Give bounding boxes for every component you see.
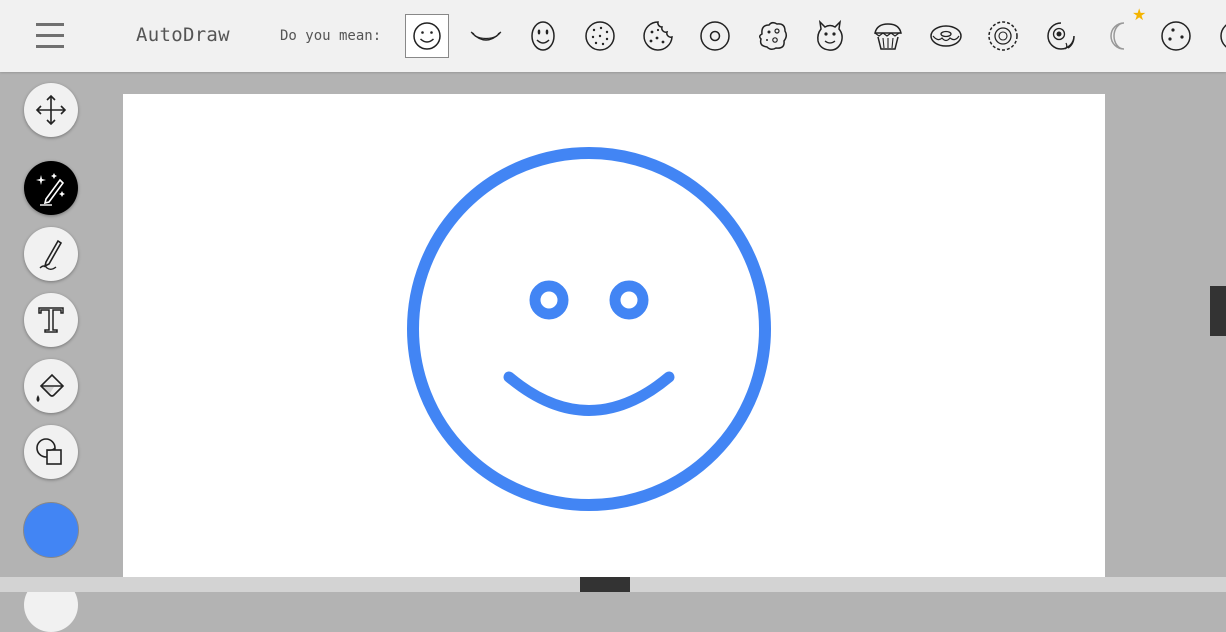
suggestion-eye-face[interactable] (1039, 14, 1083, 58)
suggestions-label: Do you mean: (280, 28, 382, 44)
suggestion-sunflower[interactable] (981, 14, 1025, 58)
suggestion-blob-creature[interactable] (751, 14, 795, 58)
suggestion-partial[interactable] (1210, 14, 1226, 58)
star-icon: ★ (1132, 5, 1147, 24)
menu-button[interactable] (24, 18, 76, 54)
happy-oval-face-icon (531, 21, 555, 51)
cupcake-icon (874, 23, 902, 50)
hamburger-menu-bar (36, 45, 64, 48)
suggestion-happy-oval-face[interactable] (521, 14, 565, 58)
autodraw-tool-button[interactable] (24, 161, 78, 215)
hamburger-menu-icon (36, 23, 64, 26)
left-eye (529, 280, 569, 320)
text-t-icon (38, 307, 64, 333)
suggestion-ring[interactable] (693, 14, 737, 58)
color-picker-button[interactable] (24, 503, 78, 557)
eye-face-icon (1047, 22, 1075, 50)
suggestion-creature-face[interactable] (808, 14, 852, 58)
suggestion-face-dots[interactable] (1154, 14, 1198, 58)
move-arrows-icon (35, 94, 67, 126)
face-dots-icon (1161, 21, 1191, 51)
top-toolbar: AutoDraw Do you mean: ★ (0, 0, 1226, 72)
magic-pencil-icon (36, 173, 65, 206)
partial-suggestion-icon (1220, 24, 1226, 48)
suggestion-cupcake[interactable] (866, 14, 910, 58)
type-tool-button[interactable] (24, 293, 78, 347)
suggestion-dotted-circle[interactable] (578, 14, 622, 58)
blob-creature-icon (758, 21, 788, 51)
app-title: AutoDraw (136, 24, 230, 46)
right-eye (609, 280, 649, 320)
donut-icon (930, 25, 962, 47)
vertical-scroll-thumb[interactable] (1210, 286, 1226, 336)
face-outline (407, 147, 771, 511)
dotted-circle-icon (585, 21, 615, 51)
drawing-svg (407, 147, 771, 511)
drawing-canvas[interactable] (123, 94, 1105, 584)
crescent-moon-icon (1110, 22, 1125, 50)
suggestion-cookie[interactable] (636, 14, 680, 58)
smile-mouth-icon (470, 31, 502, 41)
shapes-icon (36, 438, 62, 465)
hamburger-menu-bar (36, 34, 64, 37)
paint-bucket-icon (36, 373, 65, 402)
cookie-icon (643, 21, 673, 51)
sunflower-icon (988, 21, 1018, 51)
fill-tool-button[interactable] (24, 359, 78, 413)
smiley-face-icon (413, 22, 441, 50)
creature-face-icon (817, 19, 843, 51)
ring-icon (700, 21, 730, 51)
horizontal-scroll-thumb[interactable] (580, 577, 630, 592)
suggestion-smiley-face[interactable] (405, 14, 449, 58)
smile-mouth (503, 371, 675, 416)
draw-tool-button[interactable] (24, 227, 78, 281)
pencil-icon (39, 239, 63, 270)
select-tool-button[interactable] (24, 83, 78, 137)
suggestion-smile-mouth[interactable] (464, 14, 508, 58)
suggestion-donut[interactable] (924, 14, 968, 58)
shape-tool-button[interactable] (24, 425, 78, 479)
